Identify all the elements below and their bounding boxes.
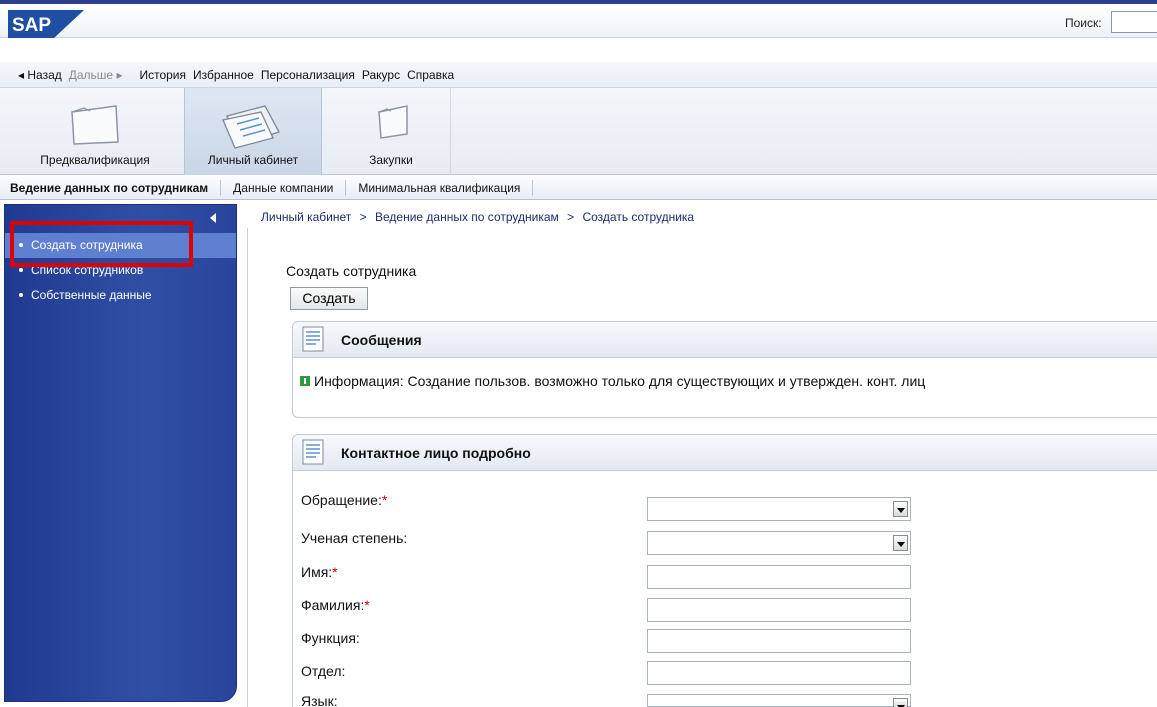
- bullet-icon: [19, 292, 23, 297]
- chevron-down-icon[interactable]: [893, 501, 908, 517]
- bullet-icon: [19, 267, 23, 272]
- form-row-department: Отдел:: [301, 663, 345, 687]
- form-row-salutation: Обращение:*: [301, 492, 387, 516]
- forward-link[interactable]: Дальше ▸: [69, 68, 123, 82]
- breadcrumb-separator: >: [567, 210, 575, 224]
- red-highlight-box: [10, 221, 193, 267]
- tab-label: Личный кабинет: [207, 153, 299, 167]
- subtab-company-data[interactable]: Данные компании: [221, 179, 347, 196]
- field-label: Имя:: [301, 564, 333, 580]
- nav-favorites[interactable]: Избранное: [193, 68, 254, 82]
- field-label: Функция:: [301, 630, 360, 646]
- form-row-first-name: Имя:*: [301, 564, 338, 588]
- nav-personalization[interactable]: Персонализация: [261, 68, 355, 82]
- collapse-arrow-icon[interactable]: [210, 213, 216, 223]
- breadcrumb-item[interactable]: Личный кабинет: [261, 210, 351, 224]
- salutation-select[interactable]: [647, 497, 911, 521]
- panel-title: Сообщения: [341, 332, 422, 348]
- sub-tabs: Ведение данных по сотрудникам Данные ком…: [0, 176, 1157, 200]
- breadcrumb-item[interactable]: Ведение данных по сотрудникам: [375, 210, 559, 224]
- page-title: Создать сотрудника: [286, 263, 417, 279]
- form-row-language: Язык:: [301, 693, 338, 707]
- degree-select[interactable]: [647, 531, 911, 555]
- breadcrumb: Личный кабинет > Ведение данных по сотру…: [261, 210, 699, 224]
- function-input[interactable]: [647, 629, 911, 653]
- sap-logo: SAP: [8, 10, 84, 38]
- back-link[interactable]: ◂ Назад: [18, 68, 62, 82]
- search-label: Поиск:: [1065, 16, 1102, 30]
- create-button[interactable]: Создать: [290, 287, 368, 310]
- nav-bar: ◂ Назад Дальше ▸ История Избранное Персо…: [0, 62, 1157, 88]
- document-icon: [302, 439, 324, 465]
- tab-personal-cabinet[interactable]: Личный кабинет: [184, 88, 322, 175]
- form-row-function: Функция:: [301, 630, 360, 654]
- top-header: SAP Поиск:: [0, 0, 1157, 38]
- breadcrumb-separator: >: [359, 210, 367, 224]
- svg-text:SAP: SAP: [12, 15, 51, 36]
- info-icon: [300, 376, 310, 387]
- nav-help[interactable]: Справка: [407, 68, 454, 82]
- messages-panel: Сообщения Информация: Создание пользов. …: [292, 321, 1157, 418]
- field-label: Отдел:: [301, 663, 346, 679]
- documents-icon: [222, 105, 280, 149]
- tab-prequalification[interactable]: Предквалификация: [16, 88, 174, 175]
- info-message: Информация: Создание пользов. возможно т…: [300, 373, 925, 389]
- search-input[interactable]: [1111, 11, 1157, 33]
- field-label: Фамилия:: [301, 597, 365, 613]
- subtab-employee-data[interactable]: Ведение данных по сотрудникам: [0, 179, 222, 196]
- subtab-min-qualification[interactable]: Минимальная квалификация: [346, 179, 534, 196]
- folder-icon: [71, 105, 119, 145]
- last-name-input[interactable]: [647, 598, 911, 622]
- tab-label: Закупки: [369, 153, 413, 167]
- field-label: Язык:: [301, 693, 338, 707]
- panel-title: Контактное лицо подробно: [341, 445, 531, 461]
- tab-purchases[interactable]: Закупки: [332, 88, 450, 175]
- form-row-degree: Ученая степень:: [301, 530, 407, 554]
- department-input[interactable]: [647, 661, 911, 685]
- nav-history[interactable]: История: [139, 68, 186, 82]
- nav-view[interactable]: Ракурс: [362, 68, 400, 82]
- sidebar-item-own-data[interactable]: Собственные данные: [5, 283, 236, 308]
- first-name-input[interactable]: [647, 565, 911, 589]
- language-select[interactable]: [647, 694, 911, 707]
- field-label: Обращение:: [301, 492, 382, 508]
- folder-icon: [378, 105, 408, 139]
- form-row-last-name: Фамилия:*: [301, 597, 370, 621]
- required-mark: *: [332, 564, 338, 580]
- document-icon: [302, 326, 324, 352]
- tab-label: Предквалификация: [40, 153, 150, 167]
- chevron-down-icon[interactable]: [893, 698, 908, 707]
- required-mark: *: [364, 597, 370, 613]
- field-label: Ученая степень:: [301, 530, 408, 546]
- required-mark: *: [381, 492, 388, 508]
- main-tabs: Предквалификация Личный кабинет Закупки: [0, 88, 1157, 175]
- left-sidebar: Создать сотрудника Список сотрудников Со…: [4, 204, 237, 702]
- chevron-down-icon[interactable]: [893, 535, 908, 551]
- breadcrumb-item[interactable]: Создать сотрудника: [582, 210, 694, 224]
